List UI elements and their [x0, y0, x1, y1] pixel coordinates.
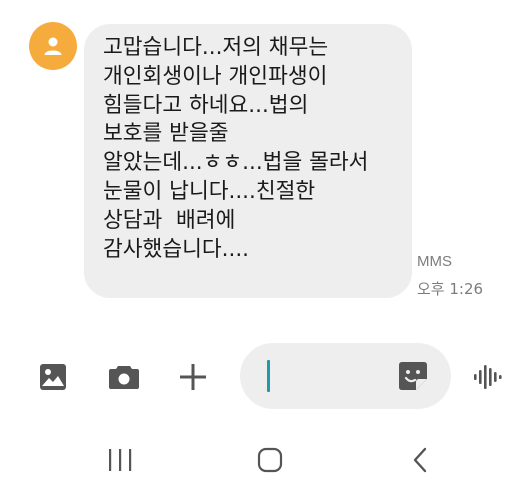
sticker-button[interactable] [398, 361, 428, 391]
message-timestamp: 오후 1:26 [417, 280, 484, 298]
home-icon [257, 447, 283, 473]
message-line: 고맙습니다...저의 채무는 [103, 35, 329, 60]
camera-icon [109, 366, 139, 389]
back-button[interactable] [390, 440, 450, 480]
message-line: 알았는데...ㅎㅎ...법을 몰라서 [103, 150, 369, 176]
voice-icon [474, 365, 502, 389]
recent-apps-button[interactable] [90, 440, 150, 480]
add-attachment-button[interactable] [176, 360, 210, 394]
message-line: 눈물이 납니다....친절한 [103, 178, 316, 204]
back-icon [413, 447, 427, 473]
attach-image-button[interactable] [36, 360, 70, 394]
person-icon [44, 37, 62, 55]
voice-record-button[interactable] [470, 360, 506, 394]
camera-button[interactable] [106, 360, 142, 394]
image-icon [40, 364, 66, 390]
message-type-label: MMS [417, 253, 452, 270]
plus-icon [180, 364, 206, 390]
message-line: 감사했습니다.... [103, 236, 250, 262]
home-button[interactable] [240, 440, 300, 480]
sender-avatar[interactable] [29, 22, 77, 70]
message-line: 힘들다고 하네요...법의 [103, 92, 309, 118]
message-line: 보호를 받을줄 [103, 121, 229, 147]
message-line: 개인회생이나 개인파생이 [103, 63, 328, 89]
message-line: 상담과 배려에 [103, 207, 236, 233]
recent-apps-icon [109, 449, 132, 471]
text-cursor [267, 360, 270, 392]
message-bubble[interactable]: 고맙습니다...저의 채무는 개인회생이나 개인파생이 힘들다고 하네요...법… [84, 24, 412, 298]
sticker-icon [399, 362, 427, 390]
message-input[interactable] [262, 353, 382, 399]
message-compose-field[interactable] [240, 343, 451, 409]
